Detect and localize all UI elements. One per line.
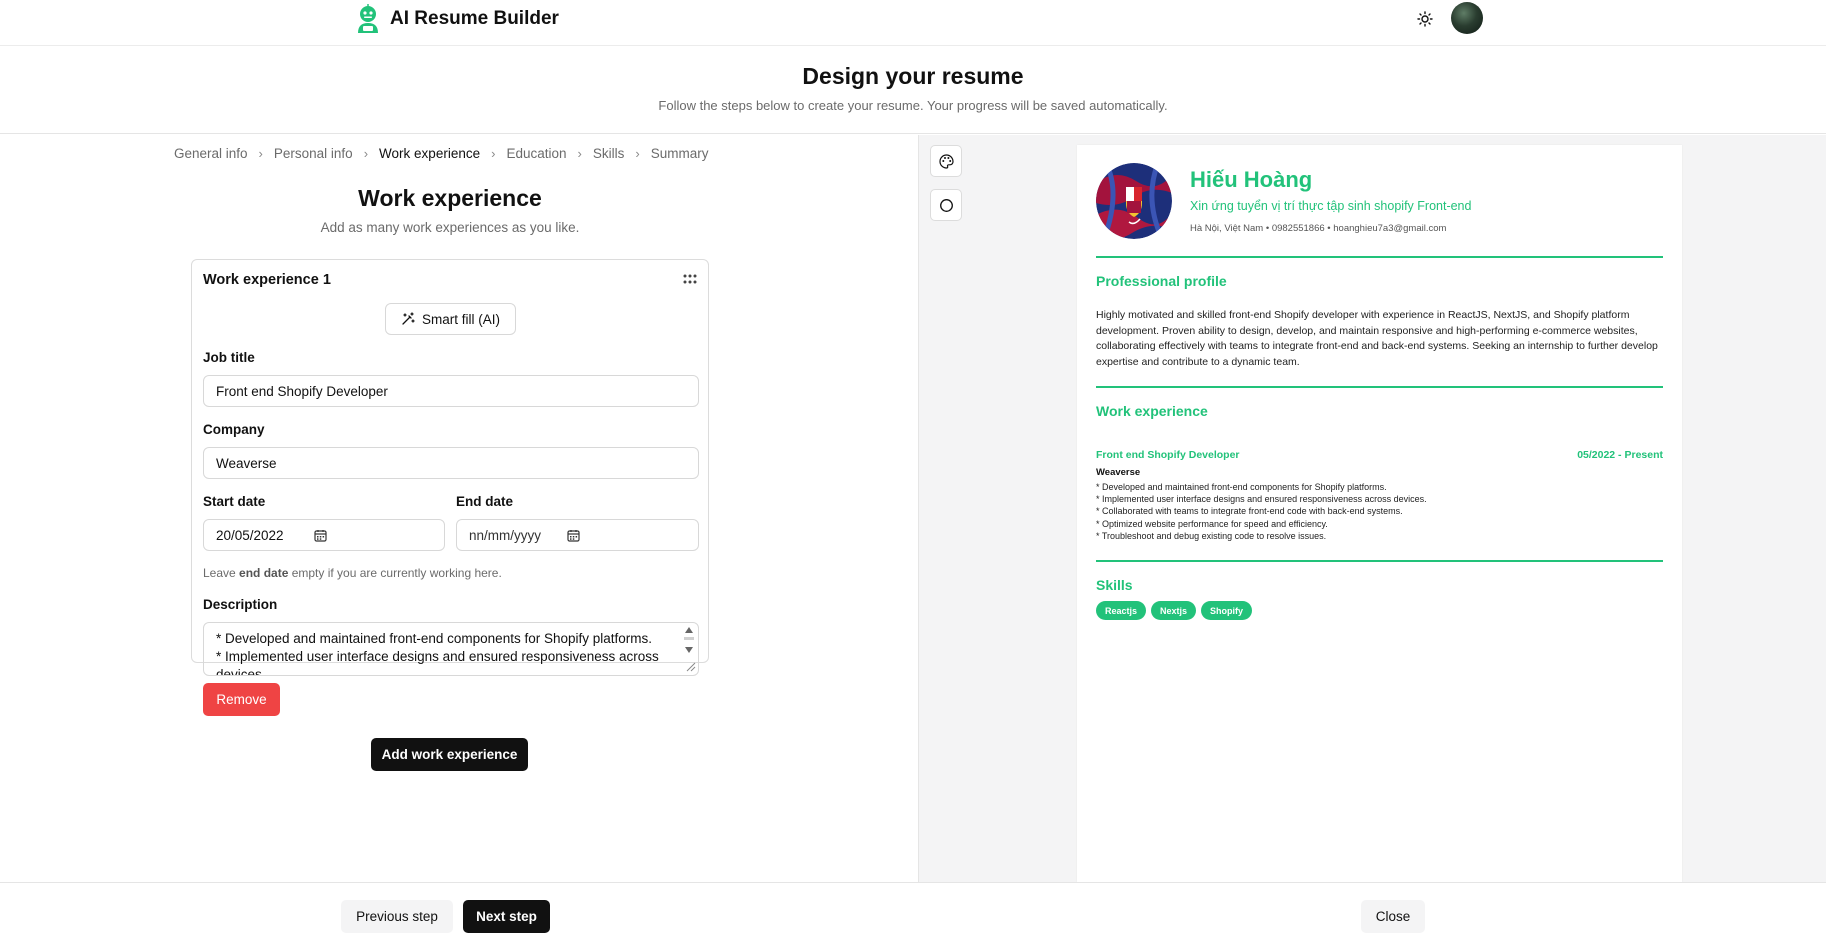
start-date-label: Start date bbox=[203, 494, 266, 509]
description-textarea[interactable]: * Developed and maintained front-end com… bbox=[203, 622, 699, 676]
start-date-value: 20/05/2022 bbox=[216, 527, 284, 543]
skill-pill: Shopify bbox=[1201, 601, 1253, 620]
job-bullet: * Troubleshoot and debug existing code t… bbox=[1096, 530, 1327, 541]
skill-pill: Nextjs bbox=[1151, 601, 1197, 620]
breadcrumb-summary[interactable]: Summary bbox=[651, 146, 709, 161]
close-button[interactable]: Close bbox=[1361, 900, 1425, 933]
app-name: AI Resume Builder bbox=[390, 8, 559, 29]
next-step-button[interactable]: Next step bbox=[463, 900, 550, 933]
sun-icon bbox=[1417, 11, 1433, 27]
resume-divider bbox=[1096, 386, 1663, 388]
smart-fill-label: Smart fill (AI) bbox=[421, 311, 500, 327]
theme-toggle-button[interactable] bbox=[1414, 8, 1436, 30]
end-date-input[interactable]: nn/mm/yyyy bbox=[456, 519, 699, 551]
job-bullet: * Collaborated with teams to integrate f… bbox=[1096, 506, 1403, 517]
footer-bar: Previous step Next step Close bbox=[0, 882, 1826, 944]
circle-icon bbox=[939, 198, 953, 212]
preview-panel: Hiếu Hoàng Xin ứng tuyển vị trí thực tập… bbox=[918, 135, 1826, 882]
breadcrumb-general-info[interactable]: General info bbox=[174, 146, 248, 161]
description-line: devices. bbox=[216, 667, 266, 676]
job-bullet: * Optimized website performance for spee… bbox=[1096, 518, 1328, 529]
description-line: * Implemented user interface designs and… bbox=[216, 649, 659, 664]
job-title-label: Job title bbox=[203, 350, 255, 365]
end-date-placeholder: nn/mm/yyyy bbox=[469, 527, 542, 543]
resume-name: Hiếu Hoàng bbox=[1190, 167, 1313, 192]
page-subtitle: Follow the steps below to create your re… bbox=[658, 98, 1168, 113]
calendar-icon[interactable] bbox=[567, 529, 580, 542]
robot-logo-icon bbox=[358, 4, 378, 33]
description-line: * Developed and maintained front-end com… bbox=[216, 631, 653, 646]
page-header: Design your resume Follow the steps belo… bbox=[0, 47, 1826, 134]
profile-photo bbox=[1096, 163, 1172, 239]
chevron-right-icon: › bbox=[577, 146, 582, 161]
add-work-experience-button[interactable]: Add work experience bbox=[371, 738, 528, 771]
previous-step-button[interactable]: Previous step bbox=[341, 900, 453, 933]
border-style-button[interactable] bbox=[930, 189, 962, 221]
job-title-input[interactable]: Front end Shopify Developer bbox=[203, 375, 699, 407]
resume-preview: Hiếu Hoàng Xin ứng tuyển vị trí thực tập… bbox=[1077, 145, 1682, 882]
breadcrumb-skills[interactable]: Skills bbox=[593, 146, 625, 161]
card-title: Work experience 1 bbox=[203, 272, 331, 288]
work-experience-card: Work experience 1 Smart fill (AI) Job ti… bbox=[191, 259, 709, 716]
job-company: Weaverse bbox=[1096, 467, 1141, 478]
profile-text: Highly motivated and skilled front-end S… bbox=[1096, 309, 1658, 368]
breadcrumb-personal-info[interactable]: Personal info bbox=[274, 146, 353, 161]
job-dates: 05/2022 - Present bbox=[1577, 449, 1663, 461]
palette-icon bbox=[938, 153, 954, 169]
resume-divider bbox=[1096, 560, 1663, 562]
description-label: Description bbox=[203, 597, 278, 612]
skill-pill: Reactjs bbox=[1096, 601, 1147, 620]
company-input[interactable]: Weaverse bbox=[203, 447, 699, 479]
job-bullet: * Implemented user interface designs and… bbox=[1096, 494, 1427, 505]
job-title-value: Front end Shopify Developer bbox=[216, 383, 388, 399]
chevron-right-icon: › bbox=[363, 146, 369, 161]
resume-role: Xin ứng tuyển vị trí thực tập sinh shopi… bbox=[1190, 199, 1472, 213]
chevron-right-icon: › bbox=[258, 146, 263, 161]
resume-contact: Hà Nội, Việt Nam • 0982551866 • hoanghie… bbox=[1190, 223, 1447, 234]
resume-divider bbox=[1096, 256, 1663, 258]
top-navbar: AI Resume Builder bbox=[0, 0, 1826, 46]
skills-heading: Skills bbox=[1096, 577, 1133, 593]
section-title: Work experience bbox=[358, 185, 542, 211]
work-heading: Work experience bbox=[1096, 403, 1208, 419]
remove-button[interactable]: Remove bbox=[203, 683, 280, 716]
profile-heading: Professional profile bbox=[1096, 273, 1227, 289]
editor-panel: General info › Personal info › Work expe… bbox=[0, 135, 918, 882]
chevron-right-icon: › bbox=[635, 146, 640, 161]
chevron-right-icon: › bbox=[491, 146, 496, 161]
user-avatar[interactable] bbox=[1451, 2, 1483, 34]
textarea-scrollbar[interactable] bbox=[682, 625, 696, 673]
page-title: Design your resume bbox=[802, 63, 1024, 89]
company-label: Company bbox=[203, 422, 265, 437]
breadcrumb-work-experience[interactable]: Work experience bbox=[379, 146, 480, 161]
job-bullet: * Developed and maintained front-end com… bbox=[1096, 482, 1387, 492]
company-value: Weaverse bbox=[216, 455, 277, 471]
job-title: Front end Shopify Developer bbox=[1096, 449, 1240, 461]
calendar-icon[interactable] bbox=[314, 529, 327, 542]
drag-handle-icon[interactable] bbox=[682, 273, 698, 285]
smart-fill-button[interactable]: Smart fill (AI) bbox=[385, 303, 516, 335]
color-palette-button[interactable] bbox=[930, 145, 962, 177]
job-description: * Developed and maintained front-end com… bbox=[1096, 481, 1663, 542]
start-date-input[interactable]: 20/05/2022 bbox=[203, 519, 445, 551]
magic-wand-icon bbox=[402, 312, 415, 325]
brand[interactable]: AI Resume Builder bbox=[354, 4, 559, 34]
breadcrumb: General info › Personal info › Work expe… bbox=[174, 146, 708, 161]
end-date-hint: Leave end date empty if you are currentl… bbox=[203, 566, 502, 580]
section-subtitle: Add as many work experiences as you like… bbox=[320, 220, 580, 235]
end-date-label: End date bbox=[456, 494, 514, 509]
breadcrumb-education[interactable]: Education bbox=[506, 146, 566, 161]
skills-list: Reactjs Nextjs Shopify bbox=[1096, 601, 1253, 620]
